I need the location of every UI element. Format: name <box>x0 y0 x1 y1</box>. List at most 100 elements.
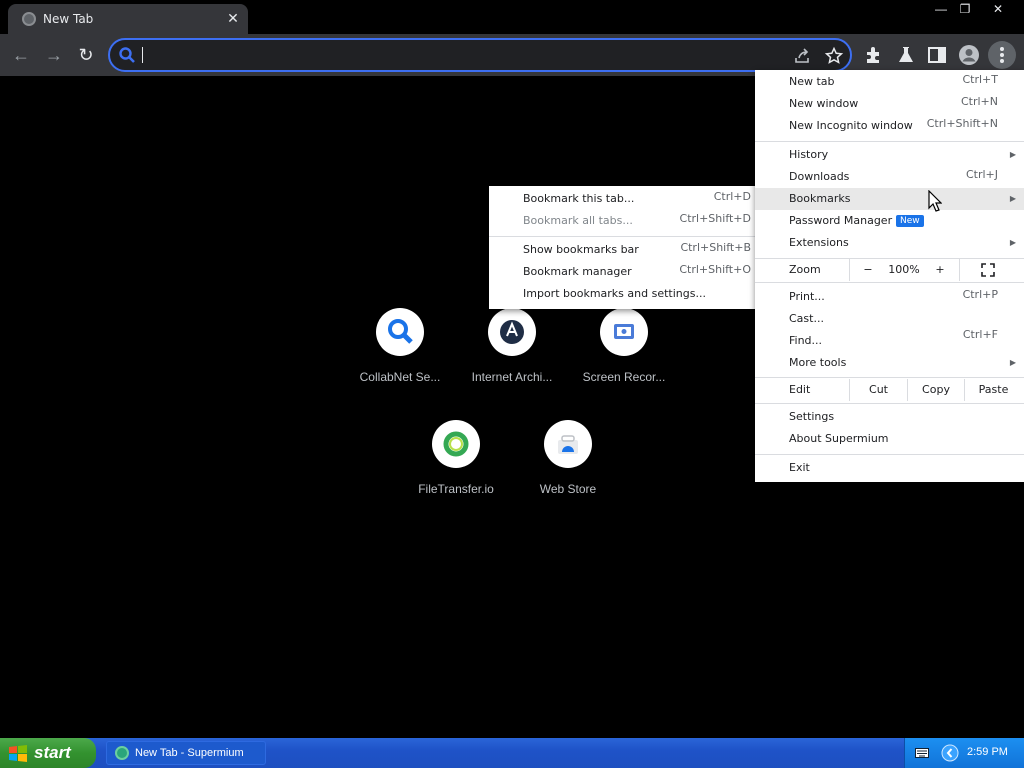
fullscreen-icon[interactable] <box>981 263 995 277</box>
menu-item-label: Bookmark this tab... <box>523 192 635 205</box>
menu-item-new-incognito[interactable]: New Incognito window Ctrl+Shift+N <box>755 115 1024 137</box>
taskbar-item-label: New Tab - Supermium <box>135 747 244 759</box>
shortcut-label: Ctrl+Shift+O <box>679 263 751 276</box>
close-tab-icon[interactable]: ✕ <box>224 9 242 27</box>
shortcut-label: Ctrl+T <box>962 73 998 86</box>
menu-item-more-tools[interactable]: More tools ▶ <box>755 352 1024 374</box>
zoom-out-button[interactable]: − <box>857 259 879 281</box>
magnifier-icon <box>376 308 424 356</box>
back-button[interactable]: ← <box>8 42 34 68</box>
shortcut-collabnet[interactable]: CollabNet Se... <box>344 308 456 418</box>
bookmarks-submenu: Bookmark this tab... Ctrl+D Bookmark all… <box>489 186 761 309</box>
share-icon[interactable] <box>792 46 812 66</box>
menu-item-password-manager[interactable]: Password Manager New <box>755 210 1024 232</box>
address-bar[interactable] <box>108 38 852 72</box>
tab-title: New Tab <box>43 12 94 26</box>
submenu-arrow-icon: ▶ <box>1009 358 1016 367</box>
shortcut-internet-archive[interactable]: Internet Archi... <box>456 308 568 418</box>
menu-item-label: Bookmark manager <box>523 265 632 278</box>
archive-icon <box>488 308 536 356</box>
shortcut-label: Web Store <box>539 482 597 496</box>
menu-item-downloads[interactable]: Downloads Ctrl+J <box>755 166 1024 188</box>
shortcut-label: Screen Recor... <box>582 370 666 384</box>
side-panel-icon[interactable] <box>925 43 949 67</box>
profile-avatar-icon[interactable] <box>957 43 981 67</box>
paste-button[interactable]: Paste <box>965 379 1022 401</box>
new-badge: New <box>896 215 924 227</box>
screen-recorder-icon <box>600 308 648 356</box>
web-store-icon <box>544 420 592 468</box>
keyboard-icon[interactable] <box>915 747 929 759</box>
divider <box>959 259 960 281</box>
shortcut-screen-recorder[interactable]: Screen Recor... <box>568 308 680 418</box>
menu-item-bookmark-all-tabs: Bookmark all tabs... Ctrl+Shift+D <box>489 210 761 232</box>
menu-item-label: New Incognito window <box>789 119 913 132</box>
restore-button[interactable]: ❐ <box>950 0 980 18</box>
submenu-arrow-icon: ▶ <box>1009 238 1016 247</box>
browser-main-menu: New tab Ctrl+T New window Ctrl+N New Inc… <box>755 70 1024 482</box>
close-window-button[interactable]: ✕ <box>983 0 1013 18</box>
menu-item-new-window[interactable]: New window Ctrl+N <box>755 93 1024 115</box>
extensions-icon[interactable] <box>862 43 886 67</box>
menu-item-print[interactable]: Print... Ctrl+P <box>755 286 1024 308</box>
menu-item-show-bookmarks-bar[interactable]: Show bookmarks bar Ctrl+Shift+B <box>489 239 761 261</box>
menu-item-import-bookmarks[interactable]: Import bookmarks and settings... <box>489 283 761 305</box>
menu-item-label: About Supermium <box>789 432 889 445</box>
divider <box>849 259 850 281</box>
menu-item-label: Print... <box>789 290 825 303</box>
forward-button[interactable]: → <box>41 42 67 68</box>
menu-item-bookmark-manager[interactable]: Bookmark manager Ctrl+Shift+O <box>489 261 761 283</box>
bookmark-star-icon[interactable] <box>824 46 844 66</box>
menu-item-find[interactable]: Find... Ctrl+F <box>755 328 1024 352</box>
menu-item-new-tab[interactable]: New tab Ctrl+T <box>755 71 1024 93</box>
show-hidden-icons-icon[interactable] <box>941 744 959 762</box>
shortcut-label: CollabNet Se... <box>359 370 441 384</box>
cut-button[interactable]: Cut <box>850 379 907 401</box>
submenu-arrow-icon: ▶ <box>1009 194 1016 203</box>
shortcut-label: Ctrl+Shift+D <box>679 212 751 225</box>
separator <box>755 141 1024 142</box>
edit-row: Edit Cut Copy Paste <box>755 379 1024 401</box>
separator <box>755 377 1024 378</box>
separator <box>755 403 1024 404</box>
shortcut-web-store[interactable]: Web Store <box>512 420 624 530</box>
menu-item-settings[interactable]: Settings <box>755 406 1024 428</box>
supermium-icon <box>115 746 129 760</box>
separator <box>755 282 1024 283</box>
shortcut-label: Ctrl+D <box>713 190 751 203</box>
menu-item-label: Find... <box>789 334 823 347</box>
zoom-row: Zoom − 100% + <box>755 259 1024 281</box>
menu-item-label: Downloads <box>789 170 850 183</box>
menu-item-label: Edit <box>789 383 811 396</box>
submenu-arrow-icon: ▶ <box>1009 150 1016 159</box>
shortcut-label: Ctrl+P <box>962 288 998 301</box>
menu-item-label: Exit <box>789 461 810 474</box>
shortcut-label: Ctrl+N <box>960 95 998 108</box>
menu-item-bookmark-this-tab[interactable]: Bookmark this tab... Ctrl+D <box>489 188 761 210</box>
tab-strip: New Tab ✕ — ❐ ✕ <box>0 0 1024 34</box>
mouse-cursor-icon <box>928 190 942 212</box>
zoom-in-button[interactable]: + <box>929 259 951 281</box>
menu-item-label: Cast... <box>789 312 824 325</box>
menu-item-history[interactable]: History ▶ <box>755 144 1024 166</box>
menu-item-label: Password Manager <box>789 214 893 227</box>
menu-item-about[interactable]: About Supermium <box>755 428 1024 450</box>
menu-item-extensions[interactable]: Extensions ▶ <box>755 232 1024 254</box>
shortcut-filetransfer[interactable]: FileTransfer.io <box>400 420 512 530</box>
copy-button[interactable]: Copy <box>908 379 964 401</box>
start-button[interactable]: start <box>0 738 96 768</box>
menu-item-label: History <box>789 148 829 161</box>
text-cursor <box>142 47 143 63</box>
menu-item-bookmarks[interactable]: Bookmarks ▶ <box>755 188 1024 210</box>
start-label: start <box>34 743 71 762</box>
reload-button[interactable]: ↻ <box>73 42 99 68</box>
menu-item-cast[interactable]: Cast... <box>755 308 1024 330</box>
menu-item-exit[interactable]: Exit <box>755 457 1024 479</box>
labs-flask-icon[interactable] <box>894 43 918 67</box>
tab-new-tab[interactable]: New Tab ✕ <box>8 4 248 34</box>
taskbar-item-browser[interactable]: New Tab - Supermium <box>106 741 266 765</box>
search-icon <box>119 47 135 63</box>
menu-button[interactable] <box>988 41 1016 69</box>
system-tray: 2:59 PM <box>904 738 1024 768</box>
taskbar: start New Tab - Supermium 2:59 PM <box>0 738 1024 768</box>
